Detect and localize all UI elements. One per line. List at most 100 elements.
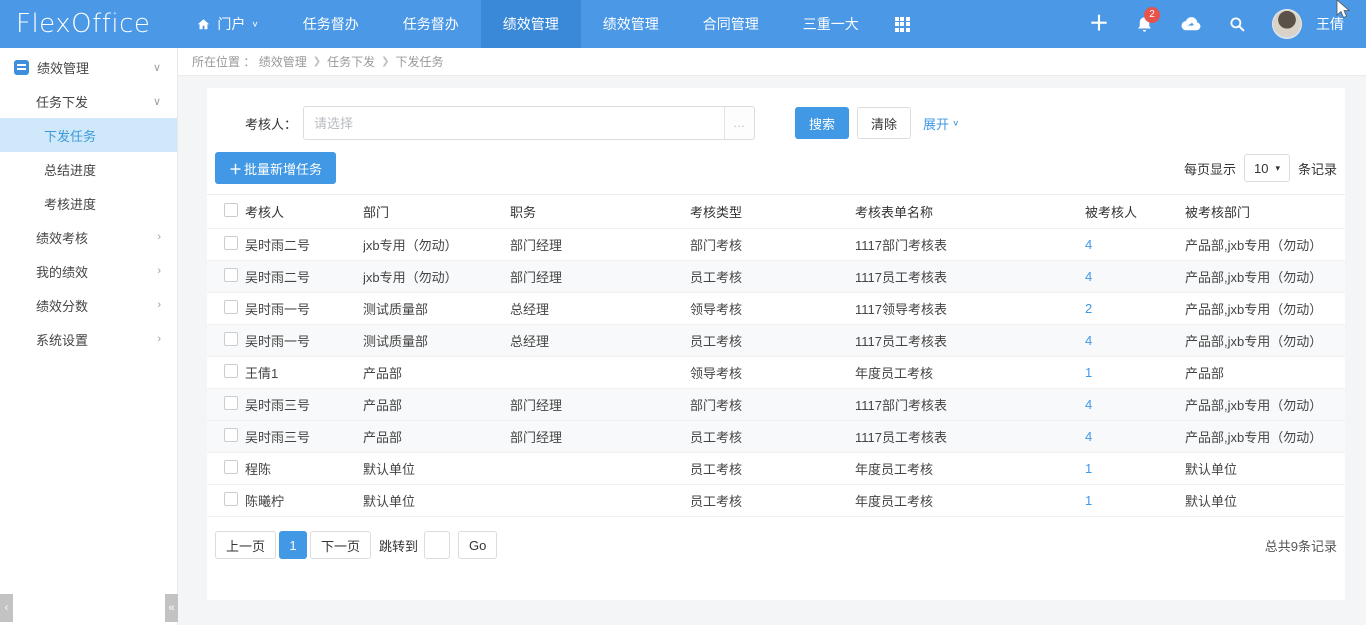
table-cell: 程陈 bbox=[245, 459, 363, 478]
breadcrumb-item[interactable]: 下发任务 bbox=[396, 53, 444, 70]
row-checkbox[interactable] bbox=[224, 332, 238, 346]
sidebar-item-my-performance[interactable]: 我的绩效 › bbox=[0, 254, 177, 288]
table-cell: 部门经理 bbox=[510, 427, 690, 446]
breadcrumb-item[interactable]: 绩效管理 bbox=[259, 53, 307, 70]
row-checkbox[interactable] bbox=[224, 396, 238, 410]
nav-item-label: 绩效管理 bbox=[603, 14, 659, 34]
sidebar-item-dispatch-task[interactable]: 下发任务 bbox=[0, 118, 177, 152]
next-page-button[interactable]: 下一页 bbox=[310, 531, 371, 559]
assessee-count-link[interactable]: 4 bbox=[1085, 429, 1185, 444]
expand-link[interactable]: 展开 ∨ bbox=[923, 114, 959, 133]
batch-add-task-button[interactable]: ＋ 批量新增任务 bbox=[215, 152, 336, 184]
select-all-checkbox[interactable] bbox=[224, 203, 238, 217]
table-cell: 1117员工考核表 bbox=[855, 267, 1085, 286]
table-cell: 领导考核 bbox=[690, 299, 855, 318]
nav-item-task-supervise-1[interactable]: 任务督办 bbox=[281, 0, 381, 48]
chevron-down-icon: ∨ bbox=[952, 119, 959, 128]
assessee-count-link[interactable]: 1 bbox=[1085, 461, 1185, 476]
notification-badge: 2 bbox=[1144, 7, 1160, 23]
nav-item-performance-2[interactable]: 绩效管理 bbox=[581, 0, 681, 48]
breadcrumb-separator-icon: ❯ bbox=[381, 56, 389, 67]
row-checkbox[interactable] bbox=[224, 460, 238, 474]
nav-item-three-major[interactable]: 三重一大 bbox=[781, 0, 881, 48]
sidebar-item-system-settings[interactable]: 系统设置 › bbox=[0, 322, 177, 356]
table-cell: 产品部,jxb专用（勿动） bbox=[1185, 267, 1345, 286]
row-checkbox[interactable] bbox=[224, 492, 238, 506]
sidebar-collapse-handle[interactable]: « bbox=[165, 594, 178, 622]
row-checkbox[interactable] bbox=[224, 364, 238, 378]
app-logo: FlexOffice bbox=[0, 9, 174, 39]
search-button[interactable]: 搜索 bbox=[795, 107, 849, 139]
sidebar-item-label: 总结进度 bbox=[44, 160, 96, 179]
table-cell: 默认单位 bbox=[1185, 491, 1345, 510]
table-cell: 测试质量部 bbox=[363, 331, 510, 350]
sidebar-item-label: 任务下发 bbox=[36, 92, 88, 111]
chevron-down-icon: ∨ bbox=[153, 61, 161, 74]
nav-item-label: 任务督办 bbox=[303, 14, 359, 34]
col-department: 部门 bbox=[363, 202, 510, 221]
col-assessor: 考核人 bbox=[245, 202, 363, 221]
sidebar-item-label: 绩效考核 bbox=[36, 228, 88, 247]
jump-page-input[interactable] bbox=[424, 531, 450, 559]
assessee-count-link[interactable]: 4 bbox=[1085, 333, 1185, 348]
per-page-select[interactable]: 10 ▾ bbox=[1244, 154, 1290, 182]
sidebar-item-performance-score[interactable]: 绩效分数 › bbox=[0, 288, 177, 322]
row-checkbox[interactable] bbox=[224, 300, 238, 314]
collapse-double-icon: « bbox=[168, 602, 174, 614]
row-checkbox[interactable] bbox=[224, 236, 238, 250]
nav-item-contract[interactable]: 合同管理 bbox=[681, 0, 781, 48]
assessee-count-link[interactable]: 4 bbox=[1085, 237, 1185, 252]
sidebar: 绩效管理 ∨ 任务下发 ∨ 下发任务 总结进度 考核进度 绩效考核 › 我的绩效… bbox=[0, 48, 178, 625]
table-cell: 默认单位 bbox=[363, 491, 510, 510]
col-assessment-type: 考核类型 bbox=[690, 202, 855, 221]
table-row: 吴时雨二号jxb专用（勿动）部门经理员工考核1117员工考核表4产品部,jxb专… bbox=[207, 261, 1345, 293]
current-page-button[interactable]: 1 bbox=[279, 531, 307, 559]
prev-page-button[interactable]: 上一页 bbox=[215, 531, 276, 559]
mouse-cursor bbox=[1336, 0, 1352, 23]
row-checkbox[interactable] bbox=[224, 268, 238, 282]
table-header: 考核人 部门 职务 考核类型 考核表单名称 被考核人 被考核部门 bbox=[207, 195, 1345, 229]
nav-item-performance-active[interactable]: 绩效管理 bbox=[481, 0, 581, 48]
assessor-input[interactable] bbox=[304, 107, 724, 139]
notifications-bell-icon[interactable]: 2 bbox=[1135, 15, 1154, 34]
sidebar-item-task-dispatch[interactable]: 任务下发 ∨ bbox=[0, 84, 177, 118]
sidebar-item-label: 系统设置 bbox=[36, 330, 88, 349]
nav-item-label: 三重一大 bbox=[803, 14, 859, 34]
performance-module-icon bbox=[14, 60, 29, 75]
picker-more-button[interactable]: … bbox=[724, 107, 754, 139]
clear-button[interactable]: 清除 bbox=[857, 107, 911, 139]
tasks-table: 考核人 部门 职务 考核类型 考核表单名称 被考核人 被考核部门 吴时雨二号jx… bbox=[207, 194, 1345, 517]
table-cell: 产品部,jxb专用（勿动） bbox=[1185, 299, 1345, 318]
table-row: 陈曦柠默认单位员工考核年度员工考核1默认单位 bbox=[207, 485, 1345, 517]
go-button[interactable]: Go bbox=[458, 531, 497, 559]
nav-item-portal[interactable]: 门户 ∨ bbox=[174, 0, 280, 48]
breadcrumb-separator-icon: ❯ bbox=[313, 56, 321, 67]
table-cell: 吴时雨二号 bbox=[245, 235, 363, 254]
add-icon[interactable]: ＋ bbox=[1089, 14, 1109, 34]
sidebar-item-performance-mgmt[interactable]: 绩效管理 ∨ bbox=[0, 50, 177, 84]
home-icon bbox=[196, 17, 211, 32]
assessee-count-link[interactable]: 1 bbox=[1085, 493, 1185, 508]
row-checkbox[interactable] bbox=[224, 428, 238, 442]
select-caret-icon: ▾ bbox=[1275, 163, 1280, 174]
sidebar-item-summary-progress[interactable]: 总结进度 bbox=[0, 152, 177, 186]
table-cell: 部门经理 bbox=[510, 267, 690, 286]
table-row: 吴时雨一号测试质量部总经理领导考核1117领导考核表2产品部,jxb专用（勿动） bbox=[207, 293, 1345, 325]
search-icon[interactable] bbox=[1228, 15, 1246, 33]
sidebar-item-performance-assessment[interactable]: 绩效考核 › bbox=[0, 220, 177, 254]
breadcrumb-item[interactable]: 任务下发 bbox=[327, 53, 375, 70]
window-collapse-handle[interactable]: ‹ bbox=[0, 594, 13, 622]
table-cell: 员工考核 bbox=[690, 267, 855, 286]
assessee-count-link[interactable]: 1 bbox=[1085, 365, 1185, 380]
table-cell: 产品部 bbox=[363, 395, 510, 414]
chevron-right-icon: › bbox=[157, 231, 161, 243]
assessee-count-link[interactable]: 2 bbox=[1085, 301, 1185, 316]
table-cell: 1117领导考核表 bbox=[855, 299, 1085, 318]
nav-item-task-supervise-2[interactable]: 任务督办 bbox=[381, 0, 481, 48]
assessee-count-link[interactable]: 4 bbox=[1085, 269, 1185, 284]
assessee-count-link[interactable]: 4 bbox=[1085, 397, 1185, 412]
sync-cloud-icon[interactable] bbox=[1180, 15, 1202, 33]
sidebar-item-assessment-progress[interactable]: 考核进度 bbox=[0, 186, 177, 220]
avatar[interactable] bbox=[1272, 9, 1302, 39]
app-grid-icon[interactable] bbox=[881, 17, 924, 32]
